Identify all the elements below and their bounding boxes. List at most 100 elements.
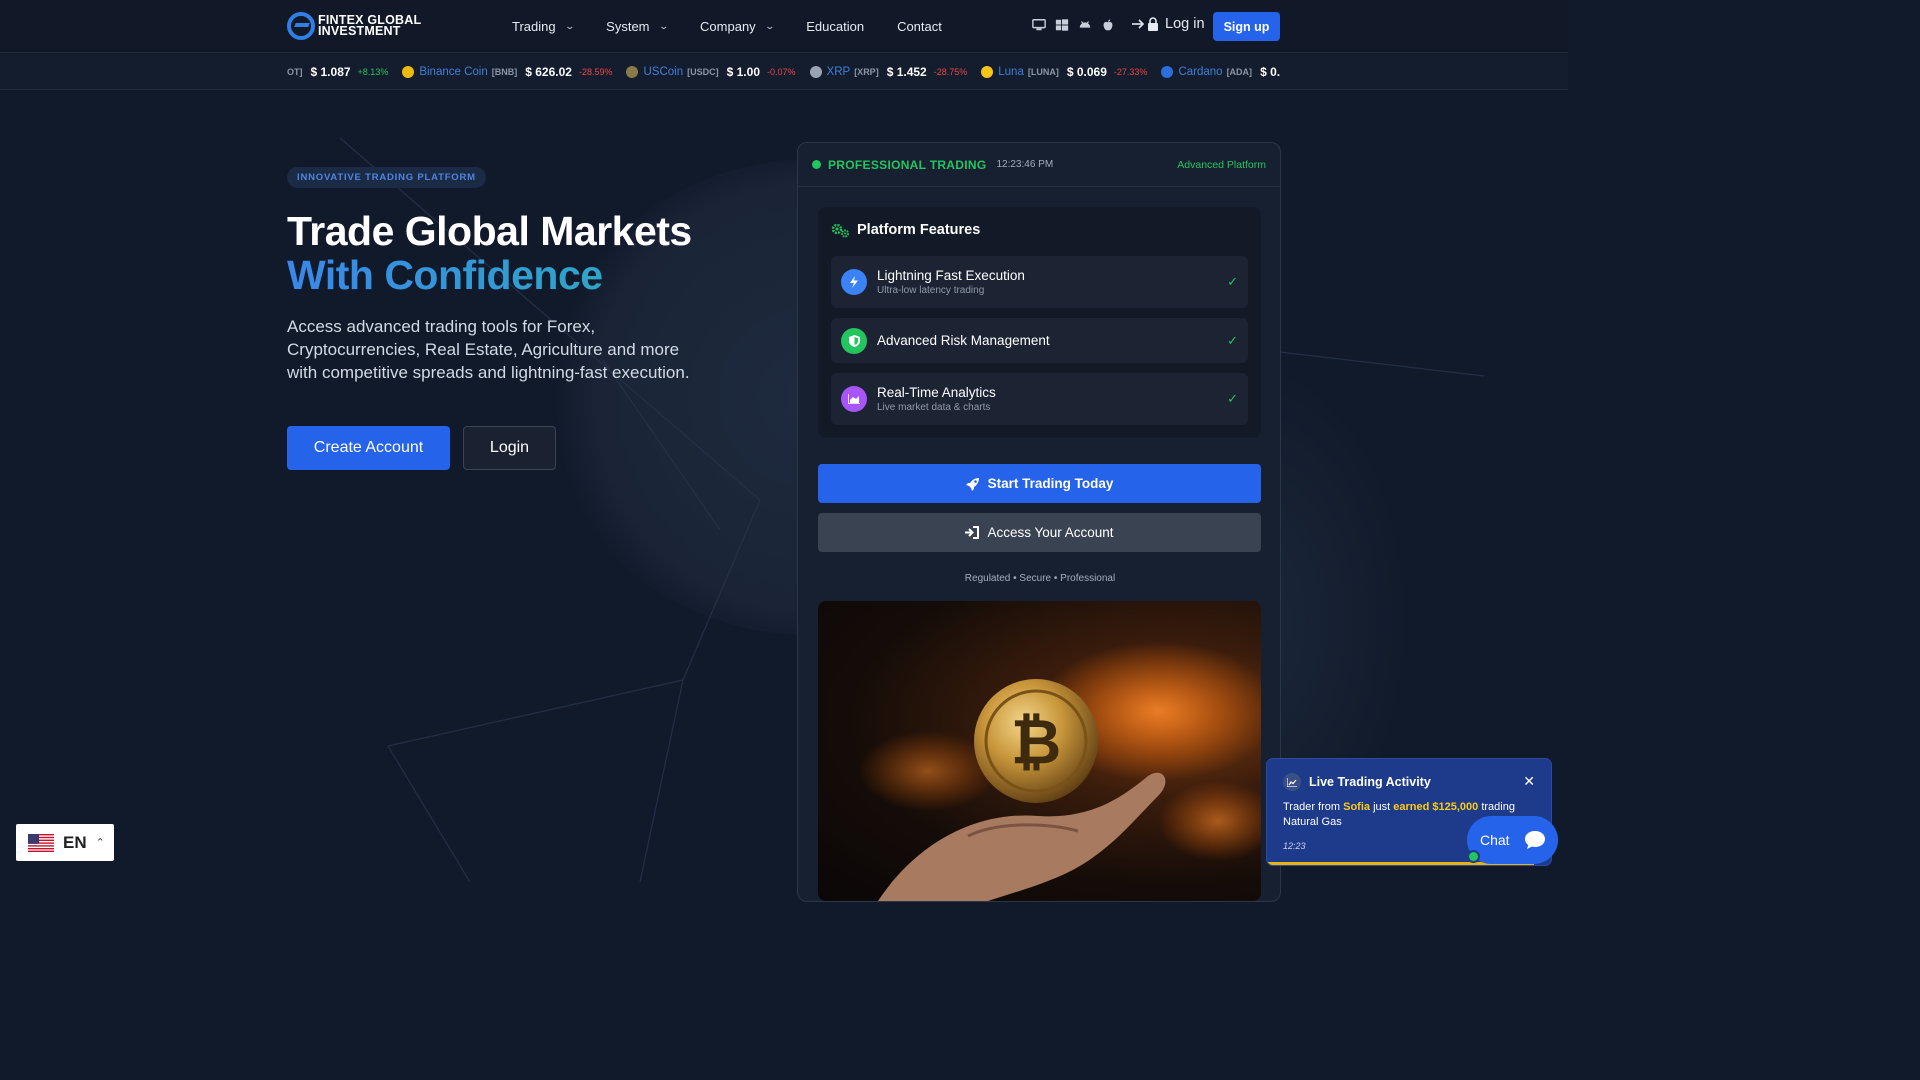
chat-bubble-icon <box>1515 820 1555 860</box>
ticker-symbol: [ADA] <box>1226 67 1253 77</box>
nav-item-system[interactable]: System ⌄ <box>606 19 669 34</box>
ticker-name: USCoin <box>643 66 684 78</box>
main-menu: Trading ⌄ System ⌄ Company ⌄ Education Cont… <box>512 0 975 53</box>
sign-in-icon <box>965 526 980 539</box>
panel-clock: 12:23:46 PM <box>996 159 1054 170</box>
apple-icon[interactable] <box>1101 18 1115 32</box>
chevron-up-icon: ⌃ <box>95 837 105 849</box>
hero-login-button[interactable]: Login <box>463 426 556 470</box>
ada-icon <box>1161 66 1174 78</box>
check-icon: ✓ <box>1227 391 1238 406</box>
top-navbar: FINTEX GLOBAL INVESTMENT Trading ⌄ System… <box>0 0 1568 53</box>
ticker-change: -27.33% <box>1113 67 1148 77</box>
trading-panel: PROFESSIONAL TRADING 12:23:46 PM Advance… <box>797 142 1281 902</box>
bitcoin-hand-image: ₿ <box>818 601 1261 901</box>
ticker-name: Luna <box>998 66 1024 78</box>
svg-text:₿: ₿ <box>1011 705 1062 778</box>
background-decoration <box>0 0 1568 882</box>
ticker-item[interactable]: OT] $ 1.087 +8.13% <box>287 65 388 79</box>
platform-features-card: Platform Features Lightning Fast Executi… <box>818 207 1261 438</box>
nav-item-trading[interactable]: Trading ⌄ <box>512 19 575 34</box>
ticker-name: Cardano <box>1178 66 1223 78</box>
brand-logo[interactable]: FINTEX GLOBAL INVESTMENT <box>287 12 421 40</box>
language-code: EN <box>63 832 87 852</box>
desktop-icon[interactable] <box>1032 18 1046 32</box>
ticker-item[interactable]: USCoin [USDC] $ 1.00 -0.07% <box>626 65 796 79</box>
feature-item-execution: Lightning Fast Execution Ultra-low laten… <box>831 256 1248 308</box>
shield-icon <box>841 327 867 354</box>
trend-icon <box>1283 773 1301 791</box>
ticker-price: $ 1.087 <box>310 65 351 79</box>
feature-title: Advanced Risk Management <box>877 333 1050 348</box>
hero-subtitle: Access advanced trading tools for Forex,… <box>287 317 690 382</box>
ticker-price: $ 0.069 <box>1066 65 1107 79</box>
us-flag-icon <box>28 833 54 852</box>
ticker-symbol: [USDC] <box>687 67 719 77</box>
chevron-down-icon: ⌄ <box>657 21 669 31</box>
status-dot-icon <box>812 160 821 169</box>
usdc-icon <box>626 66 639 78</box>
chevron-down-icon: ⌄ <box>764 21 775 31</box>
nav-item-education[interactable]: Education <box>806 19 864 34</box>
brand-name-line2: INVESTMENT <box>318 24 401 38</box>
check-icon: ✓ <box>1227 274 1238 289</box>
price-ticker: OT] $ 1.087 +8.13% Binance Coin [BNB] $ 626.0… <box>0 54 1568 90</box>
panel-status-label: PROFESSIONAL TRADING <box>828 157 987 172</box>
ticker-item[interactable]: Binance Coin [BNB] $ 626.02 -28.59% <box>402 65 612 79</box>
feature-item-analytics: Real-Time Analytics Live market data & c… <box>831 373 1248 425</box>
nav-item-contact[interactable]: Contact <box>897 19 942 34</box>
xrp-icon <box>809 66 822 78</box>
create-account-button[interactable]: Create Account <box>287 426 450 470</box>
windows-icon[interactable] <box>1055 18 1069 32</box>
live-activity-time: 12:23 <box>1283 841 1306 851</box>
online-status-dot <box>1467 850 1480 863</box>
ticker-price: $ 626.02 <box>525 65 572 79</box>
ticker-change: +8.13% <box>357 67 389 77</box>
nav-item-company[interactable]: Company ⌄ <box>700 19 775 34</box>
ticker-price: $ 1.452 <box>886 65 927 79</box>
login-lock-icon <box>1132 17 1158 31</box>
panel-header: PROFESSIONAL TRADING 12:23:46 PM Advance… <box>798 143 1280 187</box>
trader-city: Sofia <box>1343 801 1371 813</box>
hero-title: Trade Global Markets <box>287 208 692 254</box>
ticker-symbol: [LUNA] <box>1027 67 1059 77</box>
feature-item-risk: Advanced Risk Management ✓ <box>831 318 1248 363</box>
bolt-icon <box>841 269 867 295</box>
feature-title: Lightning Fast Execution <box>877 268 1025 283</box>
logo-mark-icon <box>287 12 315 40</box>
ticker-change: -0.07% <box>767 67 796 77</box>
chevron-down-icon: ⌄ <box>564 21 575 31</box>
hero-badge: INNOVATIVE TRADING PLATFORM <box>287 167 486 188</box>
hero-title-highlight: With Confidence <box>287 252 603 298</box>
signup-button[interactable]: Sign up <box>1213 12 1280 41</box>
ticker-symbol: [XRP] <box>854 67 879 77</box>
chat-button[interactable]: Chat <box>1467 816 1558 864</box>
ticker-price: $ 0.296 <box>1260 65 1280 79</box>
ticker-symbol: [BNB] <box>491 67 518 77</box>
luna-icon <box>981 66 994 78</box>
ticker-change: -28.59% <box>578 67 613 77</box>
chart-icon <box>841 386 867 412</box>
android-icon[interactable] <box>1078 18 1092 32</box>
ticker-name: XRP <box>826 66 851 78</box>
ticker-name: Binance Coin <box>419 66 488 78</box>
ticker-item[interactable]: Luna [LUNA] $ 0.069 -27.33% <box>981 65 1147 79</box>
feature-title: Real-Time Analytics <box>877 385 996 400</box>
access-account-button[interactable]: Access Your Account <box>818 513 1261 552</box>
ticker-change: -28.75% <box>933 67 968 77</box>
gears-icon <box>831 223 849 237</box>
feature-subtitle: Ultra-low latency trading <box>877 285 985 296</box>
ticker-item[interactable]: Cardano[ADA]$ 0.296-2 <box>1161 65 1280 79</box>
rocket-icon <box>965 477 979 491</box>
login-link[interactable]: Log in <box>1131 16 1205 32</box>
chat-label: Chat <box>1480 832 1510 848</box>
check-icon: ✓ <box>1227 332 1238 348</box>
ticker-item[interactable]: XRP [XRP] $ 1.452 -28.75% <box>809 65 968 79</box>
ticker-symbol: OT] <box>287 67 303 77</box>
bnb-icon <box>402 66 415 78</box>
close-icon[interactable]: ✕ <box>1523 773 1535 790</box>
language-selector[interactable]: EN ⌃ <box>16 824 114 861</box>
start-trading-button[interactable]: Start Trading Today <box>818 464 1261 503</box>
trust-footnote: Regulated • Secure • Professional <box>964 573 1116 584</box>
feature-subtitle: Live market data & charts <box>877 402 991 413</box>
